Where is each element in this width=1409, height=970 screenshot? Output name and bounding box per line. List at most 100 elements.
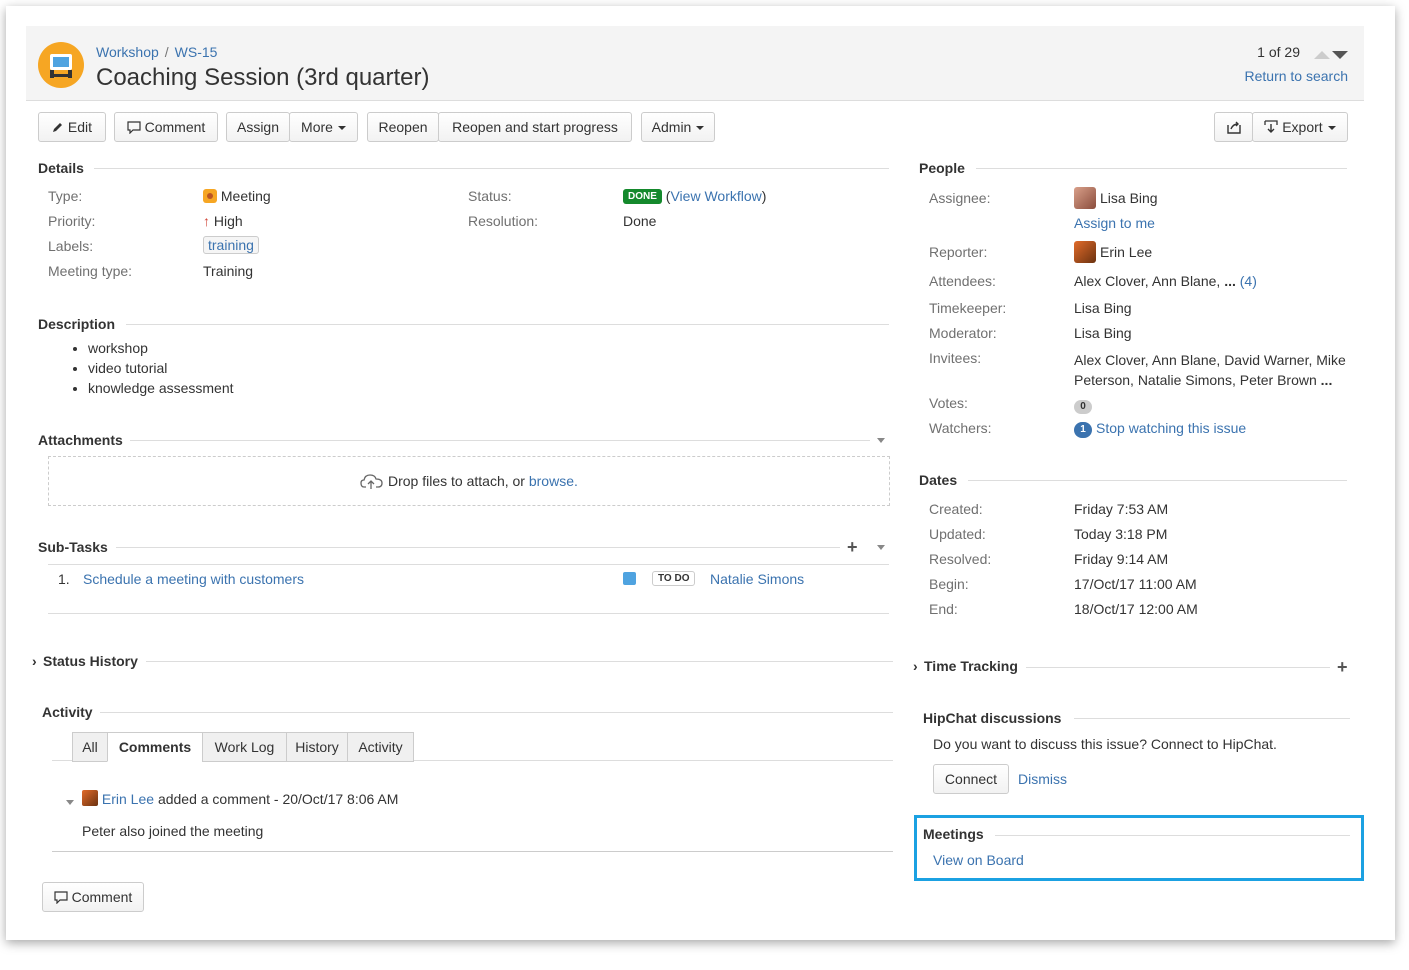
subtask-row[interactable]: 1. Schedule a meeting with customers TO … — [48, 565, 889, 614]
tab-work-log[interactable]: Work Log — [202, 732, 287, 762]
begin-label: Begin: — [929, 576, 969, 592]
resolution-value: Done — [623, 213, 657, 229]
reporter-name[interactable]: Erin Lee — [1100, 244, 1152, 260]
invitees-ellipsis[interactable]: ... — [1321, 372, 1333, 388]
add-subtask-plus-icon[interactable]: + — [847, 537, 858, 558]
dates-heading: Dates — [919, 472, 958, 488]
status-history-heading[interactable]: Status History — [43, 653, 138, 669]
time-tracking-chevron-icon[interactable]: › — [913, 658, 918, 674]
next-issue-icon[interactable] — [1332, 51, 1348, 59]
watchers-count-badge[interactable]: 1 — [1074, 422, 1092, 438]
tab-all[interactable]: All — [72, 732, 108, 762]
status-value: DONE (View Workflow) — [623, 188, 766, 204]
assign-button[interactable]: Assign — [226, 112, 290, 142]
label-tag-training[interactable]: training — [203, 236, 259, 254]
labels-label: Labels: — [48, 238, 94, 254]
attendees-value: Alex Clover, Ann Blane, ... (4) — [1074, 273, 1257, 289]
connect-button[interactable]: Connect — [933, 764, 1009, 794]
meeting-type-value: Training — [203, 263, 254, 279]
attendees-ellipsis[interactable]: ... — [1224, 273, 1236, 289]
admin-button[interactable]: Admin — [641, 112, 715, 142]
edit-button[interactable]: Edit — [38, 112, 106, 142]
add-comment-label: Comment — [71, 889, 133, 905]
people-heading: People — [919, 160, 965, 176]
reopen-button[interactable]: Reopen — [367, 112, 439, 142]
dates-divider — [968, 480, 1347, 481]
attachment-dropzone[interactable]: Drop files to attach, or browse. — [48, 456, 890, 506]
view-on-board-link[interactable]: View on Board — [933, 852, 1024, 868]
comment-collapse-chevron-icon[interactable] — [66, 792, 74, 808]
timekeeper-value: Lisa Bing — [1074, 300, 1132, 316]
assignee-label: Assignee: — [929, 190, 991, 206]
description-heading: Description — [38, 316, 116, 332]
invitees-line-2-wrap: Peterson, Natalie Simons, Peter Brown ..… — [1074, 370, 1346, 390]
subtask-summary-link[interactable]: Schedule a meeting with customers — [83, 571, 304, 587]
watchers-label: Watchers: — [929, 420, 992, 436]
more-button[interactable]: More — [289, 112, 358, 142]
tab-history[interactable]: History — [286, 732, 348, 762]
subtask-status-lozenge: TO DO — [652, 571, 696, 586]
assignee-name[interactable]: Lisa Bing — [1100, 190, 1158, 206]
subtask-assignee-link[interactable]: Natalie Simons — [710, 571, 804, 587]
breadcrumb-issue-link[interactable]: WS-15 — [175, 44, 218, 60]
end-value: 18/Oct/17 12:00 AM — [1074, 601, 1198, 617]
chevron-down-icon — [696, 126, 705, 131]
share-button[interactable] — [1214, 112, 1253, 142]
browse-link[interactable]: browse. — [529, 473, 578, 489]
pencil-icon — [52, 123, 62, 132]
people-divider — [976, 168, 1347, 169]
comment-meta: added a comment - 20/Oct/17 8:06 AM — [157, 791, 399, 807]
stop-watching-link[interactable]: Stop watching this issue — [1096, 420, 1246, 436]
invitees-value: Alex Clover, Ann Blane, David Warner, Mi… — [1074, 350, 1346, 390]
created-label: Created: — [929, 501, 983, 517]
return-to-search-link[interactable]: Return to search — [1245, 68, 1349, 84]
description-item: knowledge assessment — [88, 378, 234, 398]
reopen-label: Reopen — [378, 119, 428, 135]
meetings-heading: Meetings — [923, 826, 984, 842]
add-time-tracking-plus-icon[interactable]: + — [1337, 657, 1348, 678]
description-list: workshop video tutorial knowledge assess… — [56, 338, 234, 398]
attendees-label: Attendees: — [929, 273, 996, 289]
comment-button[interactable]: Comment — [114, 112, 218, 142]
comment-body: Peter also joined the meeting — [82, 823, 264, 839]
subtasks-options-chevron-icon[interactable] — [877, 545, 885, 550]
invitees-label: Invitees: — [929, 350, 982, 366]
time-tracking-heading[interactable]: Time Tracking — [924, 658, 1018, 674]
export-button[interactable]: Export — [1252, 112, 1348, 142]
votes-count-badge[interactable]: 0 — [1074, 400, 1092, 414]
breadcrumb-project-link[interactable]: Workshop — [96, 44, 159, 60]
add-comment-button[interactable]: Comment — [42, 882, 144, 912]
edit-label: Edit — [67, 119, 92, 135]
previous-issue-icon[interactable] — [1314, 51, 1330, 59]
description-item: video tutorial — [88, 358, 234, 378]
dismiss-link[interactable]: Dismiss — [1018, 771, 1067, 787]
priority-high-arrow-icon: ↑ — [203, 213, 210, 229]
subtasks-heading: Sub-Tasks — [38, 539, 108, 555]
comment-author-link[interactable]: Erin Lee — [102, 791, 154, 807]
status-history-divider — [146, 661, 893, 662]
dropzone-text: Drop files to attach, or — [388, 473, 525, 489]
speech-bubble-icon — [54, 891, 68, 905]
tab-activity[interactable]: Activity — [347, 732, 414, 762]
reopen-start-progress-label: Reopen and start progress — [452, 119, 618, 135]
priority-value: ↑ High — [203, 213, 243, 229]
subtask-type-icon — [623, 572, 636, 585]
pager-count: 1 of 29 — [1257, 44, 1300, 60]
status-history-chevron-icon[interactable]: › — [32, 653, 37, 669]
reopen-start-progress-button[interactable]: Reopen and start progress — [438, 112, 632, 142]
assign-to-me-link[interactable]: Assign to me — [1074, 215, 1155, 231]
erin-lee-avatar — [1074, 241, 1096, 263]
project-avatar-icon[interactable] — [38, 42, 84, 88]
view-workflow-link[interactable]: View Workflow — [670, 188, 761, 204]
issue-pager: 1 of 29 Return to search — [1245, 44, 1349, 84]
attachments-options-chevron-icon[interactable] — [877, 438, 885, 443]
attendees-count-link[interactable]: (4) — [1240, 273, 1257, 289]
lisa-bing-avatar — [1074, 187, 1096, 209]
breadcrumb: Workshop / WS-15 — [96, 44, 217, 60]
hipchat-heading: HipChat discussions — [923, 710, 1062, 726]
tab-comments[interactable]: Comments — [107, 732, 203, 762]
erin-lee-avatar — [82, 790, 98, 806]
details-heading: Details — [38, 160, 84, 176]
issue-header: Workshop / WS-15 Coaching Session (3rd qua… — [26, 26, 1364, 101]
invitees-line-1: Alex Clover, Ann Blane, David Warner, Mi… — [1074, 352, 1346, 368]
